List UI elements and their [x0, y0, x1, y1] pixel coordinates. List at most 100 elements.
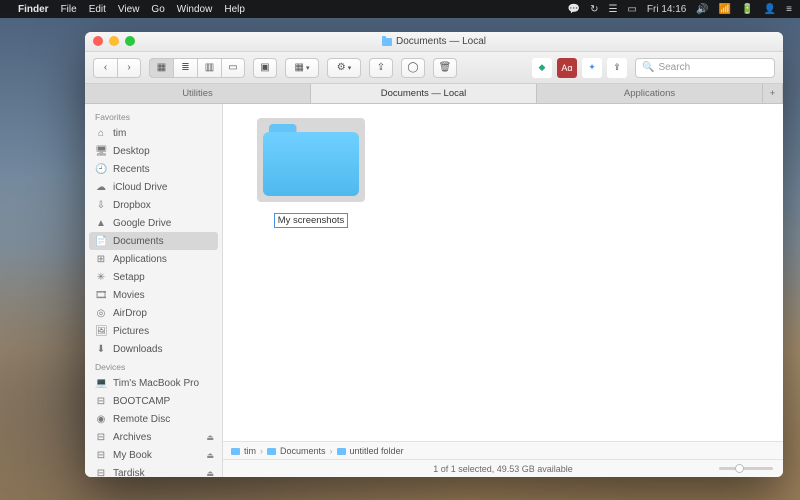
path-separator: › [330, 446, 333, 456]
sidebar-item-label: Pictures [113, 326, 149, 337]
menu-help[interactable]: Help [224, 4, 245, 15]
laptop-icon: 💻 [95, 378, 107, 389]
gallery-view-button[interactable]: ▭ [221, 58, 245, 78]
sidebar-item-label: AirDrop [113, 308, 147, 319]
trash-button[interactable]: 🗑 [433, 58, 457, 78]
path-segment[interactable]: tim [244, 446, 256, 456]
sidebar-item[interactable]: ◎AirDrop [85, 304, 222, 322]
path-segment[interactable]: untitled folder [350, 446, 404, 456]
sidebar-item[interactable]: 📄Documents [89, 232, 218, 250]
sidebar-item[interactable]: ⬇ Downloads [85, 340, 222, 358]
list-view-button[interactable]: ≣ [173, 58, 197, 78]
disk-icon: ⊟ [95, 450, 107, 461]
menubar-clock[interactable]: Fri 14:16 [647, 4, 686, 15]
sidebar-item[interactable]: 🖥Desktop [85, 142, 222, 160]
search-field[interactable]: 🔍 Search [635, 58, 775, 78]
tab[interactable]: Utilities [85, 84, 311, 103]
eject-icon[interactable]: ⏏ [206, 469, 214, 478]
back-button[interactable]: ‹ [93, 58, 117, 78]
action-menu[interactable]: ⚙▾ [327, 58, 361, 78]
folder-item[interactable]: My screenshots [251, 118, 371, 228]
chevron-left-icon: ‹ [104, 62, 107, 73]
folder-selection [257, 118, 365, 202]
sidebar-item-label: Downloads [113, 344, 162, 355]
sidebar-item[interactable]: 🕘Recents [85, 160, 222, 178]
menu-edit[interactable]: Edit [89, 4, 106, 15]
menu-window[interactable]: Window [177, 4, 213, 15]
sidebar-item[interactable]: ⌂tim [85, 124, 222, 142]
sidebar-item[interactable]: 🖼 Pictures [85, 322, 222, 340]
setapp-icon: ✳ [95, 272, 107, 283]
status-menu-icon[interactable]: ☰ [608, 4, 617, 15]
status-display-icon[interactable]: ▭ [627, 4, 636, 15]
close-button[interactable] [93, 36, 103, 46]
tab[interactable]: Applications [537, 84, 763, 103]
sidebar-item[interactable]: ⊟My Book⏏ [85, 446, 222, 464]
menu-file[interactable]: File [61, 4, 77, 15]
desktop-icon: 🖥 [95, 146, 107, 157]
status-notifications-icon[interactable]: ≡ [786, 4, 792, 15]
content-area[interactable]: My screenshots [223, 104, 783, 441]
new-tab-button[interactable]: + [763, 84, 783, 103]
sidebar-item[interactable]: ◉ Remote Disc [85, 410, 222, 428]
sidebar-item[interactable]: ▲Google Drive [85, 214, 222, 232]
icon-size-slider[interactable] [719, 467, 773, 470]
icon-view-button[interactable]: ▦ [149, 58, 173, 78]
status-wifi-icon[interactable]: 📶 [719, 4, 731, 15]
toolbar-app-icon[interactable]: ◆ [532, 58, 552, 78]
sidebar-item[interactable]: ⊞Applications [85, 250, 222, 268]
group-button[interactable]: ▣ [253, 58, 277, 78]
path-segment[interactable]: Documents [280, 446, 326, 456]
menu-go[interactable]: Go [151, 4, 164, 15]
sidebar-header: Favorites [85, 108, 222, 124]
gallery-view-icon: ▭ [228, 62, 237, 73]
trash-icon: 🗑 [439, 62, 452, 73]
dl-icon: ⬇ [95, 344, 107, 355]
macos-menubar: Finder File Edit View Go Window Help 💬 ↻… [0, 0, 800, 18]
sidebar-item[interactable]: ⊟Archives⏏ [85, 428, 222, 446]
sidebar-item[interactable]: 💻Tim's MacBook Pro [85, 374, 222, 392]
app-menu[interactable]: Finder [18, 4, 49, 15]
zoom-button[interactable] [125, 36, 135, 46]
window-title: Documents — Local [382, 36, 486, 47]
tab-bar: UtilitiesDocuments — LocalApplications+ [85, 84, 783, 104]
status-battery-icon[interactable]: 🔋 [741, 4, 753, 15]
sidebar-item[interactable]: 🎞Movies [85, 286, 222, 304]
share-button[interactable]: ⇪ [369, 58, 393, 78]
search-icon: 🔍 [642, 62, 654, 73]
sidebar-item[interactable]: ⊟BOOTCAMP [85, 392, 222, 410]
sidebar-item[interactable]: ✳Setapp [85, 268, 222, 286]
tab[interactable]: Documents — Local [311, 84, 537, 103]
slider-thumb[interactable] [735, 464, 744, 473]
status-chat-icon[interactable]: 💬 [568, 4, 580, 15]
tags-button[interactable]: ◯ [401, 58, 425, 78]
eject-icon[interactable]: ⏏ [206, 451, 214, 460]
forward-button[interactable]: › [117, 58, 141, 78]
toolbar-app-icon[interactable]: Aα [557, 58, 577, 78]
minimize-button[interactable] [109, 36, 119, 46]
sidebar-item-label: Tardisk [113, 468, 145, 478]
sidebar-item-label: Documents [113, 236, 164, 247]
arrange-menu[interactable]: ▦▾ [285, 58, 319, 78]
column-view-button[interactable]: ▥ [197, 58, 221, 78]
folder-icon [267, 448, 276, 455]
view-switcher: ▦ ≣ ▥ ▭ [149, 58, 245, 78]
status-volume-icon[interactable]: 🔊 [696, 4, 708, 15]
toolbar-app-icon[interactable]: ✦ [582, 58, 602, 78]
eject-icon[interactable]: ⏏ [206, 433, 214, 442]
disc-icon: ◉ [95, 414, 107, 425]
sidebar-item[interactable]: ☁iCloud Drive [85, 178, 222, 196]
sidebar-item[interactable]: ⊟Tardisk⏏ [85, 464, 222, 477]
toolbar-app-icon[interactable]: ⇪ [607, 58, 627, 78]
icon-view-icon: ▦ [157, 62, 166, 73]
menu-view[interactable]: View [118, 4, 140, 15]
status-user-icon[interactable]: 👤 [764, 4, 776, 15]
sidebar-item[interactable]: ⇩Dropbox [85, 196, 222, 214]
rename-field[interactable]: My screenshots [274, 213, 349, 228]
titlebar[interactable]: Documents — Local [85, 32, 783, 52]
pic-icon: 🖼 [95, 326, 107, 337]
sidebar-item-label: Remote Disc [113, 414, 170, 425]
apps-icon: ⊞ [95, 254, 107, 265]
gear-icon: ⚙ [337, 62, 346, 73]
status-sync-icon[interactable]: ↻ [590, 4, 598, 15]
